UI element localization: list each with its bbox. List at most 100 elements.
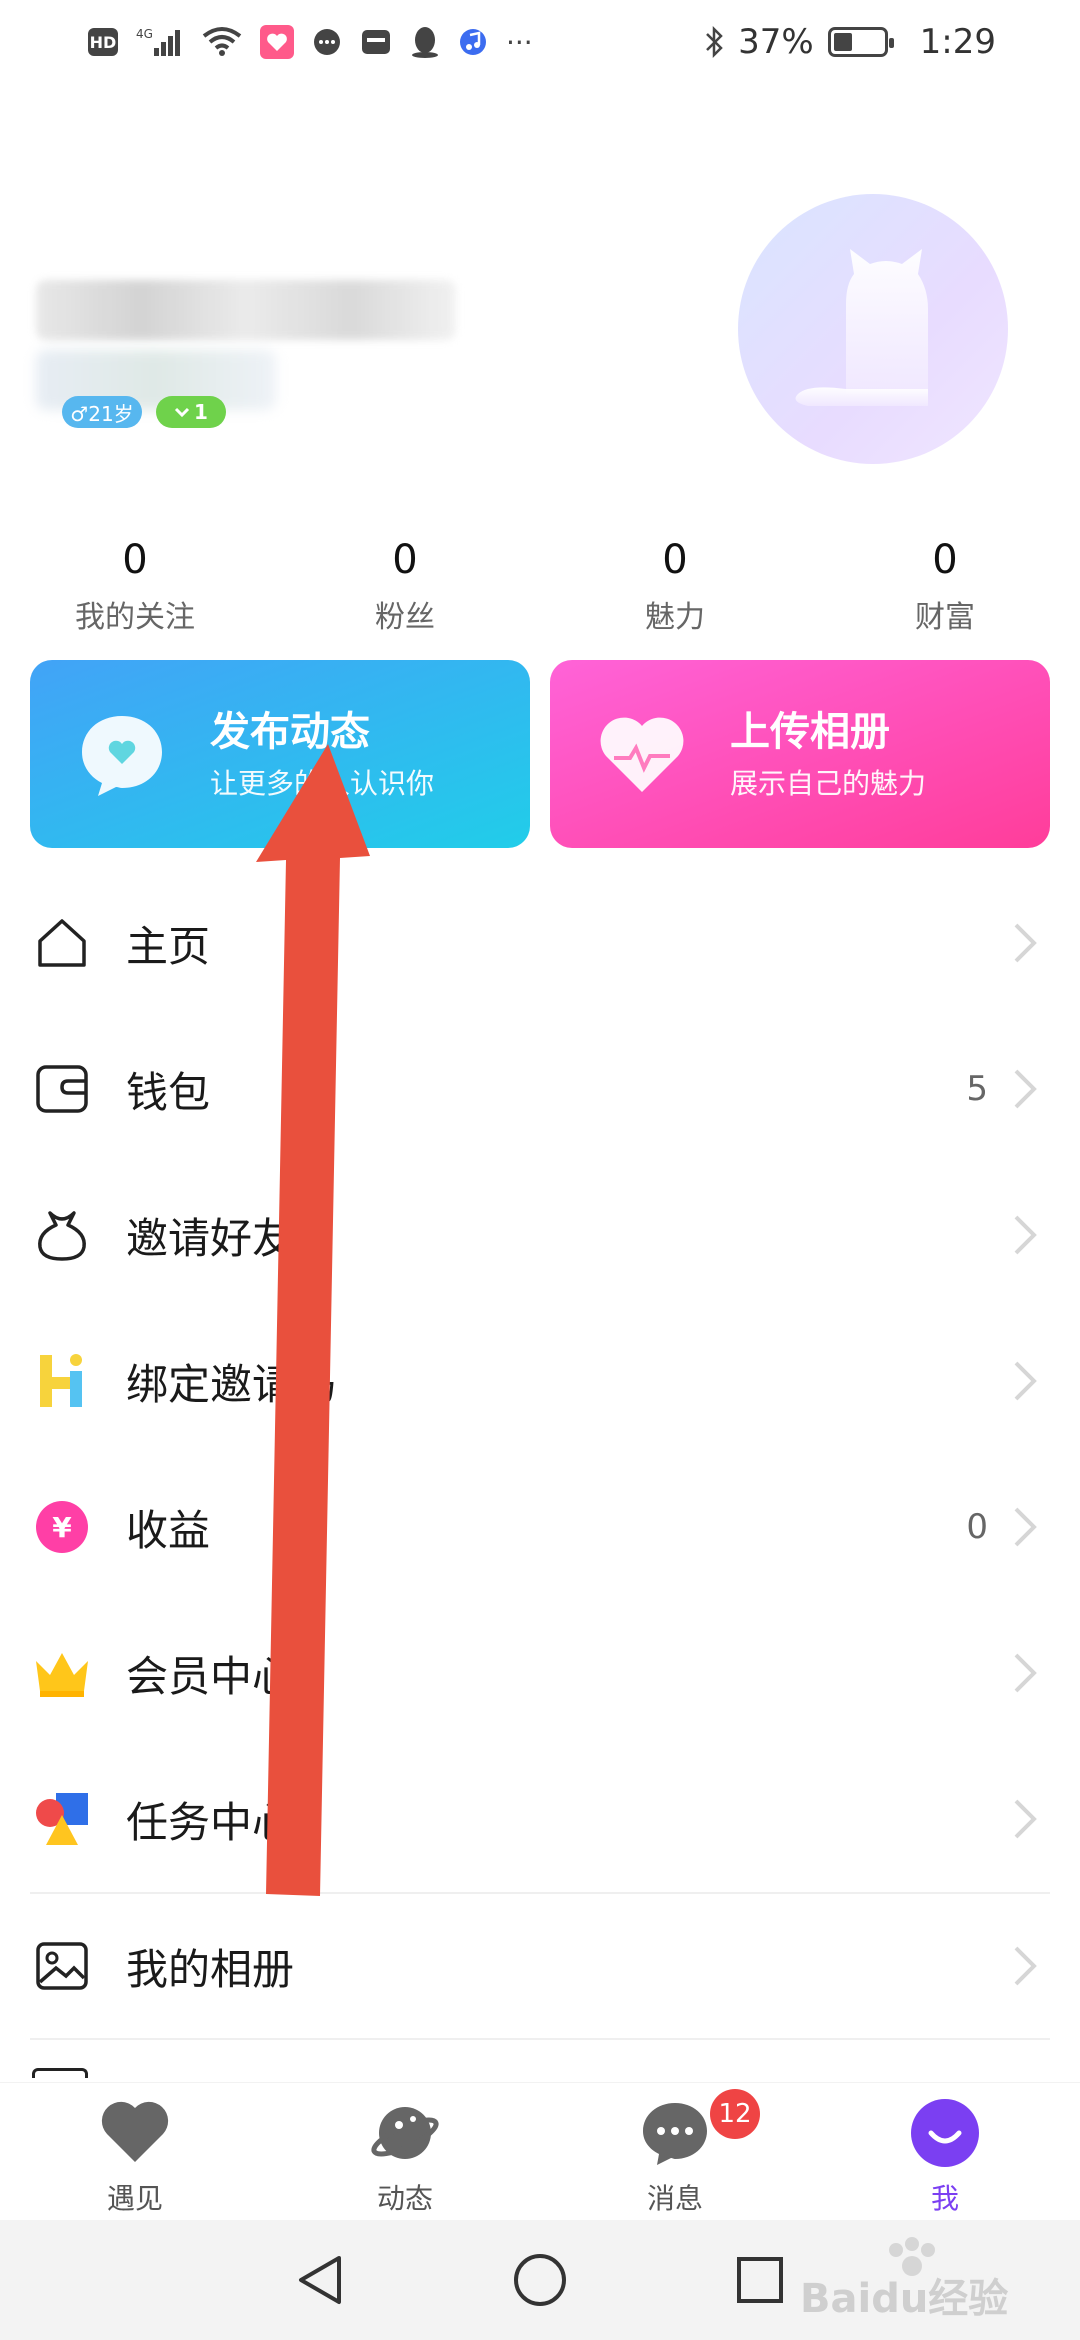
chevron-right-icon — [1014, 1946, 1037, 1986]
stat-value: 0 — [932, 537, 958, 583]
paw-icon: Baidu经验 — [800, 2237, 1008, 2322]
menu-label: 任务中心 — [126, 1797, 295, 1847]
menu-label: 会员中心 — [126, 1651, 295, 1701]
smile-icon — [909, 2097, 981, 2169]
chevron-right-icon — [1014, 1361, 1037, 1401]
menu-item-home[interactable]: 主页 — [0, 870, 1080, 1016]
blurred-username[interactable] — [36, 280, 456, 340]
stat-charm[interactable]: 0 魅力 — [540, 536, 810, 636]
level-tag: 1 — [156, 396, 226, 428]
hd-icon: HD — [88, 28, 118, 56]
stat-label: 我的关注 — [75, 600, 195, 635]
more-notifications: ··· — [506, 25, 533, 59]
stat-wealth[interactable]: 0 财富 — [810, 536, 1080, 636]
age-tag: ♂21岁 — [62, 396, 142, 428]
chevron-right-icon — [1014, 1069, 1037, 1109]
planet-icon — [369, 2097, 441, 2169]
gift-bag-icon — [32, 1205, 92, 1265]
invite-code-icon — [32, 1351, 92, 1411]
menu-label: 收益 — [126, 1505, 211, 1555]
yuan-coin-icon: ¥ — [32, 1497, 92, 1557]
post-moment-card[interactable]: 发布动态 让更多的人认识你 — [30, 660, 530, 848]
stat-label: 粉丝 — [375, 600, 435, 635]
menu-item-partial[interactable] — [30, 2038, 1050, 2078]
cat-silhouette-icon — [795, 249, 928, 406]
menu-item-earnings[interactable]: ¥ 收益 0 — [0, 1454, 1080, 1600]
tab-messages[interactable]: 消息 — [540, 2083, 810, 2220]
chat-bubble-icon — [639, 2097, 711, 2169]
upload-album-title: 上传相册 — [730, 709, 890, 755]
tab-meet[interactable]: 遇见 — [0, 2083, 270, 2220]
wallet-icon — [32, 1059, 92, 1119]
message-app-icon — [312, 27, 342, 57]
battery-percent: 37% — [738, 22, 814, 62]
upload-album-subtitle: 展示自己的魅力 — [730, 767, 927, 800]
post-moment-subtitle: 让更多的人认识你 — [210, 767, 435, 800]
tab-label: 动态 — [376, 2182, 433, 2215]
menu-label: 主页 — [126, 921, 211, 971]
menu-label: 钱包 — [126, 1067, 211, 1117]
status-bar: HD 4G ··· 37% 1:29 — [0, 0, 1080, 84]
menu-item-task-center[interactable]: 任务中心 — [0, 1746, 1080, 1892]
level-value: 1 — [194, 400, 208, 424]
avatar[interactable] — [738, 194, 1008, 464]
wallet-value: 5 — [966, 1069, 988, 1109]
home-circle-icon[interactable] — [510, 2250, 570, 2310]
tab-label: 消息 — [646, 2182, 703, 2215]
huawei-icon — [360, 26, 392, 58]
level-chevron-icon — [174, 407, 190, 418]
menu-item-my-album[interactable]: 我的相册 — [30, 1892, 1050, 2038]
signal-icon: 4G — [136, 26, 184, 58]
menu-item-vip-center[interactable]: 会员中心 — [0, 1600, 1080, 1746]
menu-list: 主页 钱包 5 邀请好友 绑定邀请码 ¥ 收益 0 会员中心 任务中心 我的相册 — [0, 870, 1080, 2078]
menu-item-invite-friends[interactable]: 邀请好友 — [0, 1162, 1080, 1308]
speech-heart-icon — [82, 716, 162, 796]
home-icon — [32, 913, 92, 973]
back-icon[interactable] — [290, 2250, 350, 2310]
photo-icon — [32, 1936, 92, 1996]
baidu-watermark: Baidu经验 — [800, 2232, 1050, 2322]
tab-moments[interactable]: 动态 — [270, 2083, 540, 2220]
chevron-right-icon — [1014, 1215, 1037, 1255]
stat-value: 0 — [392, 537, 418, 583]
menu-item-wallet[interactable]: 钱包 5 — [0, 1016, 1080, 1162]
shapes-icon — [32, 1789, 92, 1849]
menu-item-bind-invite-code[interactable]: 绑定邀请码 — [0, 1308, 1080, 1454]
music-icon — [458, 27, 488, 57]
recents-icon[interactable] — [730, 2250, 790, 2310]
stat-fans[interactable]: 0 粉丝 — [270, 536, 540, 636]
tab-label: 遇见 — [106, 2182, 163, 2215]
bottom-tab-bar: 遇见 动态 消息 我 12 — [0, 2082, 1080, 2220]
chevron-right-icon — [1014, 1799, 1037, 1839]
svg-text:¥: ¥ — [52, 1511, 72, 1544]
crown-icon — [32, 1643, 92, 1703]
bluetooth-icon — [704, 25, 724, 59]
partial-icon — [32, 2068, 88, 2078]
chevron-right-icon — [1014, 923, 1037, 963]
stats-row: 0 我的关注 0 粉丝 0 魅力 0 财富 — [0, 536, 1080, 636]
stat-following[interactable]: 0 我的关注 — [0, 536, 270, 636]
tab-me[interactable]: 我 — [810, 2083, 1080, 2220]
heart-icon — [99, 2097, 171, 2169]
wifi-icon — [202, 26, 242, 58]
stat-value: 0 — [122, 537, 148, 583]
app-heart-icon — [260, 25, 294, 59]
menu-label: 绑定邀请码 — [126, 1359, 337, 1409]
battery-icon — [827, 27, 894, 57]
heart-pulse-icon — [600, 717, 684, 792]
upload-album-card[interactable]: 上传相册 展示自己的魅力 — [550, 660, 1050, 848]
menu-label: 邀请好友 — [126, 1213, 295, 1263]
unread-badge: 12 — [710, 2089, 760, 2139]
chevron-right-icon — [1014, 1507, 1037, 1547]
stat-value: 0 — [662, 537, 688, 583]
tab-label: 我 — [930, 2182, 959, 2215]
chevron-right-icon — [1014, 1653, 1037, 1693]
post-moment-title: 发布动态 — [210, 709, 370, 755]
svg-text:Baidu经验: Baidu经验 — [800, 2276, 1008, 2322]
svg-text:4G: 4G — [136, 27, 153, 41]
earnings-value: 0 — [966, 1507, 988, 1547]
stat-label: 魅力 — [645, 600, 705, 635]
clock: 1:29 — [919, 22, 996, 62]
menu-label: 我的相册 — [126, 1944, 295, 1994]
stat-label: 财富 — [915, 600, 975, 635]
